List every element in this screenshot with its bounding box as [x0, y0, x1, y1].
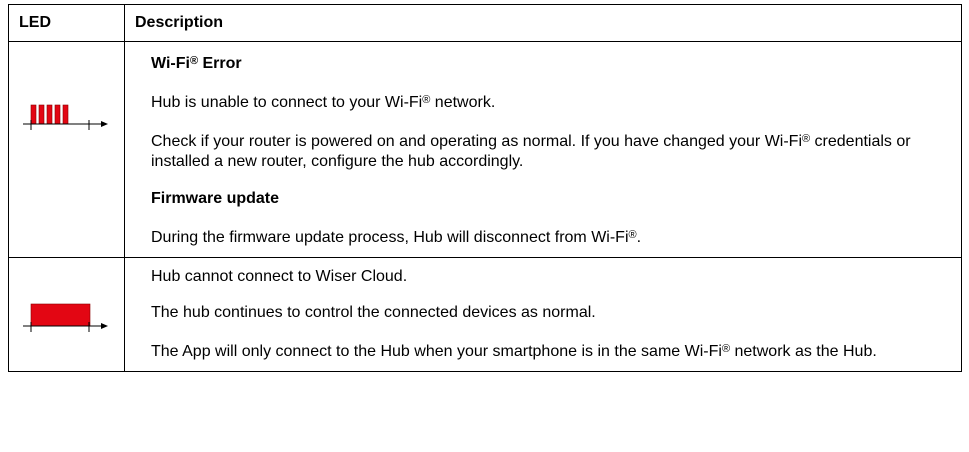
led-blinking-red-icon [23, 104, 108, 130]
description-column-header: Description [124, 4, 962, 42]
firmware-update-heading: Firmware update [151, 190, 280, 207]
table-row: Wi-Fi® Error Hub is unable to connect to… [8, 41, 962, 258]
led-status-table: LED Description Wi-Fi® Error Hub is unab… [8, 4, 962, 372]
led-column-header: LED [8, 4, 125, 42]
table-header-row: LED Description [8, 4, 962, 42]
description-paragraph: Hub is unable to connect to your Wi-Fi® … [151, 94, 496, 111]
led-steady-red-icon [23, 303, 108, 332]
description-paragraph: The App will only connect to the Hub whe… [151, 343, 877, 360]
table-row: Hub cannot connect to Wiser Cloud. The h… [8, 257, 962, 372]
led-cell [8, 257, 125, 372]
description-cell: Hub cannot connect to Wiser Cloud. The h… [124, 257, 962, 372]
description-paragraph: The hub continues to control the connect… [151, 304, 596, 321]
wifi-error-heading: Wi-Fi® Error [151, 55, 242, 72]
description-paragraph: During the firmware update process, Hub … [151, 229, 642, 246]
description-paragraph: Hub cannot connect to Wiser Cloud. [151, 268, 408, 285]
description-cell: Wi-Fi® Error Hub is unable to connect to… [124, 41, 962, 258]
led-cell [8, 41, 125, 258]
description-paragraph: Check if your router is powered on and o… [151, 133, 911, 170]
